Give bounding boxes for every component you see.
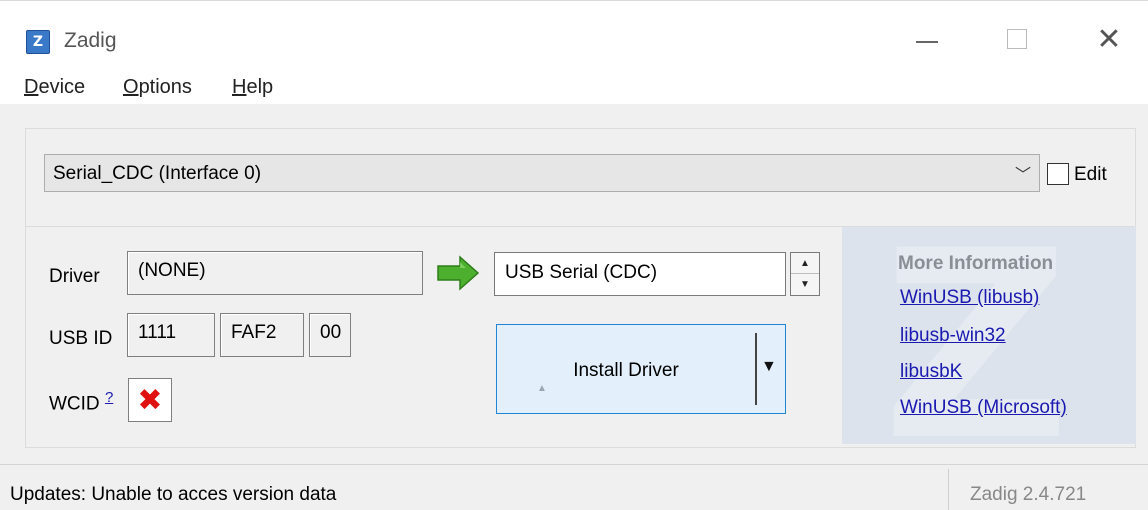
menu-help-accel: H: [232, 76, 247, 98]
device-dropdown-value: Serial_CDC (Interface 0): [53, 163, 262, 184]
more-information-title: More Information: [898, 253, 1054, 274]
green-arrow-icon: [437, 255, 480, 291]
usb-vid-field: 1111: [127, 313, 215, 357]
minimize-icon: [916, 41, 938, 43]
split-separator: [755, 333, 757, 405]
edit-checkbox[interactable]: [1047, 163, 1069, 185]
spinner-down-icon[interactable]: ▼: [791, 274, 819, 295]
close-icon: ✕: [1096, 21, 1122, 57]
status-separator: [948, 469, 949, 510]
install-driver-label: Install Driver: [573, 360, 679, 381]
window-title: Zadig: [64, 29, 117, 52]
close-button[interactable]: ✕: [1084, 19, 1134, 59]
button-glint-icon: ▲: [537, 383, 547, 394]
driver-label: Driver: [49, 266, 100, 287]
status-bar: Updates: Unable to acces version data Za…: [0, 464, 1148, 510]
status-message: Updates: Unable to acces version data: [10, 484, 337, 505]
wcid-help-link[interactable]: ?: [105, 389, 113, 406]
app-icon-letter: Z: [32, 34, 44, 50]
menu-help-label: elp: [246, 76, 274, 98]
link-winusb-microsoft[interactable]: WinUSB (Microsoft): [900, 397, 1067, 419]
menu-options-accel: O: [123, 76, 139, 98]
spinner-up-icon[interactable]: ▲: [791, 253, 819, 274]
usb-pid-field: FAF2: [220, 313, 304, 357]
chevron-down-icon: ﹀: [1014, 167, 1031, 184]
usb-mi-field: 00: [309, 313, 351, 357]
wcid-label: WCID ?: [49, 389, 113, 415]
install-driver-button[interactable]: ▲ Install Driver ▼: [496, 324, 786, 414]
menu-options[interactable]: Options: [123, 76, 192, 99]
menu-device-accel: D: [24, 76, 39, 98]
menu-help[interactable]: Help: [232, 76, 273, 99]
edit-checkbox-label[interactable]: Edit: [1074, 164, 1107, 186]
title-bar: Z Zadig ✕: [0, 0, 1148, 66]
current-driver-field: (NONE): [127, 251, 423, 295]
menu-bar: Device Options Help: [0, 66, 1148, 104]
maximize-button[interactable]: [992, 19, 1042, 59]
driver-spinner[interactable]: ▲ ▼: [790, 252, 820, 296]
link-libusbk[interactable]: libusbK: [900, 361, 962, 383]
device-dropdown[interactable]: Serial_CDC (Interface 0) ﹀: [44, 154, 1040, 192]
menu-device-label: evice: [38, 76, 86, 98]
target-driver-field[interactable]: USB Serial (CDC): [494, 252, 786, 296]
version-label: Zadig 2.4.721: [970, 484, 1087, 505]
menu-device[interactable]: Device: [24, 76, 85, 99]
link-libusb-win32[interactable]: libusb-win32: [900, 325, 1006, 347]
usb-id-label: USB ID: [49, 328, 113, 349]
link-winusb-libusb[interactable]: WinUSB (libusb): [900, 287, 1039, 309]
wcid-label-text: WCID: [49, 393, 100, 415]
zadig-app-icon: Z: [26, 30, 50, 54]
split-dropdown-arrow-icon[interactable]: ▼: [761, 358, 777, 376]
more-information-panel: Z More Information WinUSB (libusb) libus…: [842, 227, 1136, 444]
red-x-icon: ✖: [128, 378, 172, 422]
menu-options-label: ptions: [138, 76, 192, 98]
minimize-button[interactable]: [902, 19, 952, 59]
maximize-icon: [1007, 29, 1027, 49]
